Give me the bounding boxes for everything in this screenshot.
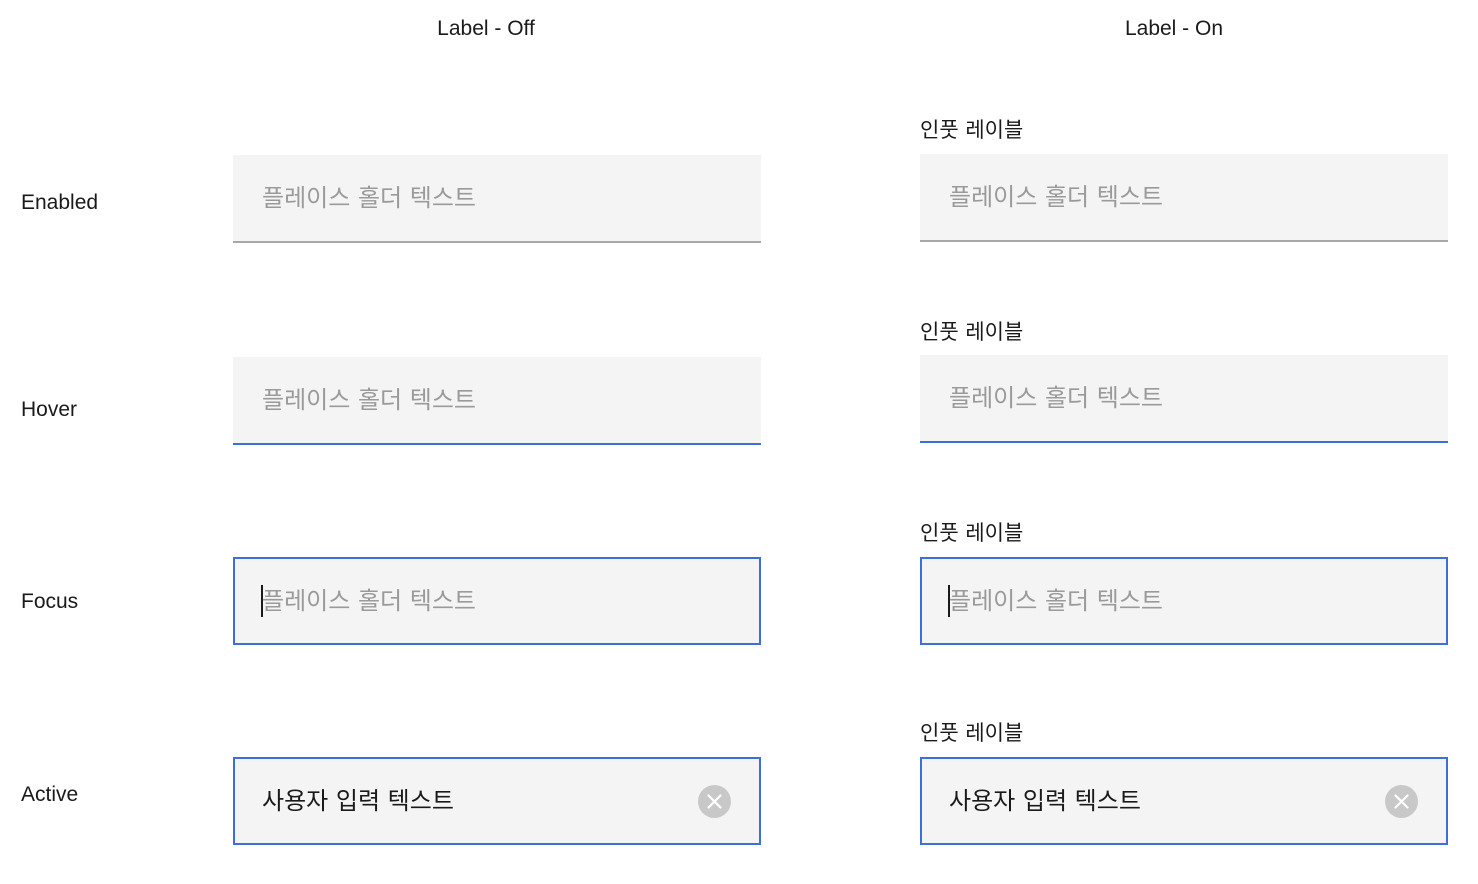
row-label-enabled: Enabled (21, 191, 99, 214)
placeholder-text: 플레이스 홀더 텍스트 (949, 384, 1163, 412)
placeholder-text: 플레이스 홀더 텍스트 (949, 183, 1163, 211)
text-input-focus-label-on[interactable]: 플레이스 홀더 텍스트 (920, 557, 1448, 645)
text-input-hover-label-off[interactable]: 플레이스 홀더 텍스트 (233, 357, 761, 445)
text-input-enabled-label-on[interactable]: 플레이스 홀더 텍스트 (920, 154, 1448, 242)
text-input-active-label-off[interactable]: 사용자 입력 텍스트 (233, 757, 761, 845)
input-label-focus: 인풋 레이블 (920, 521, 1024, 545)
input-label-enabled: 인풋 레이블 (920, 118, 1024, 142)
placeholder-text: 플레이스 홀더 텍스트 (262, 587, 476, 615)
input-value-text: 사용자 입력 텍스트 (262, 787, 454, 815)
input-value-text: 사용자 입력 텍스트 (949, 787, 1141, 815)
close-icon (1394, 794, 1409, 809)
row-label-focus: Focus (21, 590, 79, 613)
close-icon (707, 794, 722, 809)
clear-button[interactable] (1385, 785, 1418, 818)
placeholder-text: 플레이스 홀더 텍스트 (949, 587, 1163, 615)
row-label-hover: Hover (21, 398, 78, 421)
input-label-hover: 인풋 레이블 (920, 320, 1024, 344)
input-label-active: 인풋 레이블 (920, 721, 1024, 745)
text-input-focus-label-off[interactable]: 플레이스 홀더 텍스트 (233, 557, 761, 645)
column-header-label-off: Label - Off (437, 17, 535, 40)
placeholder-text: 플레이스 홀더 텍스트 (262, 386, 476, 414)
text-input-hover-label-on[interactable]: 플레이스 홀더 텍스트 (920, 355, 1448, 443)
column-header-label-on: Label - On (1124, 17, 1224, 40)
text-input-enabled-label-off[interactable]: 플레이스 홀더 텍스트 (233, 155, 761, 243)
text-input-active-label-on[interactable]: 사용자 입력 텍스트 (920, 757, 1448, 845)
row-label-active: Active (21, 783, 79, 806)
clear-button[interactable] (698, 785, 731, 818)
placeholder-text: 플레이스 홀더 텍스트 (262, 184, 476, 212)
